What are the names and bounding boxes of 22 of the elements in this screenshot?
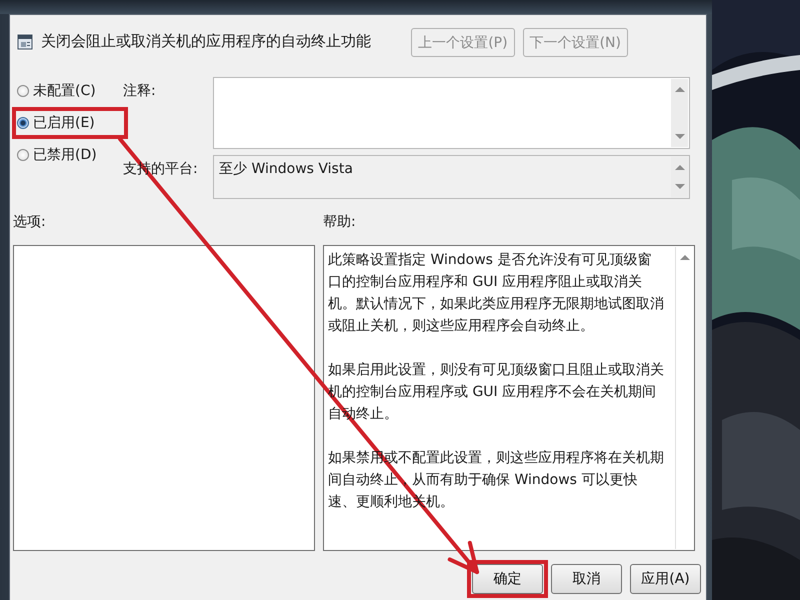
cancel-button[interactable]: 取消: [551, 564, 622, 594]
comment-field[interactable]: [213, 77, 690, 149]
options-label: 选项:: [13, 213, 47, 229]
policy-icon: [17, 34, 33, 50]
scroll-up-icon: [675, 87, 685, 92]
scrollbar[interactable]: [671, 157, 688, 197]
platform-value: 至少 Windows Vista: [219, 160, 353, 178]
help-label: 帮助:: [323, 213, 357, 229]
scrollbar[interactable]: [675, 247, 693, 549]
scroll-down-icon: [675, 184, 685, 189]
scrollbar[interactable]: [671, 79, 688, 147]
comment-label: 注释:: [123, 82, 157, 101]
radio-button[interactable]: 未配置(C): [17, 79, 123, 103]
ok-button[interactable]: 确定: [472, 564, 543, 594]
radio-button[interactable]: 已启用(E): [17, 111, 123, 135]
help-paragraph: 此策略设置指定 Windows 是否允许没有可见顶级窗口的控制台应用程序和 GUI 应用程序阻止或取消关机。默认情况下，如果此类应用程序无限期地试图取消或阻止关机，则这些应用程序会自动终止。: [328, 251, 664, 336]
scroll-up-icon: [675, 165, 685, 170]
radio-button[interactable]: 已禁用(D): [17, 143, 123, 167]
scroll-up-icon: [680, 255, 690, 260]
apply-button[interactable]: 应用(A): [630, 564, 701, 594]
scroll-down-icon: [675, 134, 685, 139]
setting-title: 关闭会阻止或取消关机的应用程序的自动终止功能: [41, 32, 371, 51]
